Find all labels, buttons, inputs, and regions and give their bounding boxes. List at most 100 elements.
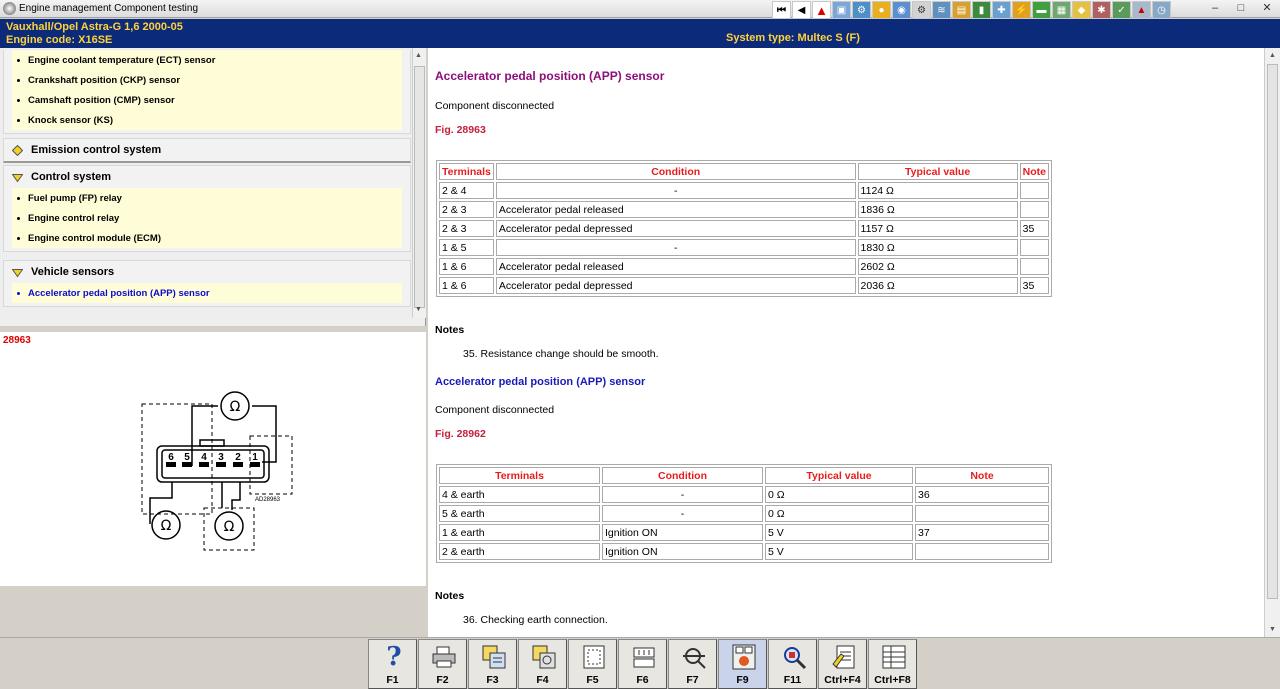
figure-link[interactable]: Fig. 28963 xyxy=(435,124,486,136)
f1-help-button[interactable]: ? F1 xyxy=(368,639,417,689)
scroll-thumb[interactable] xyxy=(414,66,425,308)
component-tree-pane: Engine coolant temperature (ECT) sensor … xyxy=(0,48,426,326)
scroll-thumb[interactable] xyxy=(1267,64,1278,599)
column-header: Typical value xyxy=(857,163,1018,180)
pin-label: 1 xyxy=(252,452,258,463)
note-text: 36. Checking earth connection. xyxy=(463,614,608,626)
f3-copy-button[interactable]: F3 xyxy=(468,639,517,689)
values-table: Terminals Condition Typical value Note 2… xyxy=(436,160,1052,297)
function-key-bar: ? F1 F2 F3 F4 F5 F6 F7 F9 F11 Ctrl+F4 Ct… xyxy=(0,637,1280,689)
ctrl-f4-notepad-button[interactable]: Ctrl+F4 xyxy=(818,639,867,689)
relay-icon[interactable]: ◆ xyxy=(1072,1,1091,19)
tree-item-app-sensor[interactable]: Accelerator pedal position (APP) sensor xyxy=(12,283,402,303)
ctrl-f8-list-button[interactable]: Ctrl+F8 xyxy=(868,639,917,689)
document-icon xyxy=(581,643,607,671)
f5-document-button[interactable]: F5 xyxy=(568,639,617,689)
scroll-up-icon[interactable]: ▲ xyxy=(1269,52,1276,59)
spark-icon[interactable]: ✱ xyxy=(1092,1,1111,19)
content-scrollbar[interactable]: ▲ ▼ xyxy=(1264,48,1280,637)
ecu-icon[interactable]: ▤ xyxy=(952,1,971,19)
ohmmeter-icon: Ω xyxy=(161,518,172,534)
content-pane: Accelerator pedal position (APP) sensor … xyxy=(428,48,1264,637)
exhaust-icon[interactable]: ≋ xyxy=(932,1,951,19)
warning-icon[interactable]: ▲ xyxy=(812,1,831,19)
fuel-icon[interactable]: ● xyxy=(872,1,891,19)
table-row: 4 & earth - 0 Ω 36 xyxy=(439,486,1049,503)
data-icon xyxy=(531,643,557,671)
column-header: Note xyxy=(915,467,1049,484)
tree-item-cmp-sensor[interactable]: Camshaft position (CMP) sensor xyxy=(12,90,402,110)
component-status: Component disconnected xyxy=(435,404,555,416)
pin-label: 4 xyxy=(201,452,207,463)
table-row: 1 & 6 Accelerator pedal released 2602 Ω xyxy=(439,258,1049,275)
clock-icon[interactable]: ◷ xyxy=(1152,1,1171,19)
tree-item-ect-sensor[interactable]: Engine coolant temperature (ECT) sensor xyxy=(12,50,402,70)
table-row: 1 & 6 Accelerator pedal depressed 2036 Ω… xyxy=(439,277,1049,294)
tree-item-fuel-pump-relay[interactable]: Fuel pump (FP) relay xyxy=(12,188,402,208)
top-toolbar: ⏮ ◀ ▲ ▣ ⚙ ● ◉ ⚙ ≋ ▤ ▮ ✚ ⚡ ▬ ▦ ◆ ✱ ✓ ▲ ◷ xyxy=(772,1,1172,19)
test-icon[interactable]: ✓ xyxy=(1112,1,1131,19)
tree-item-ecm[interactable]: Engine control module (ECM) xyxy=(12,228,402,248)
values-table: Terminals Condition Typical value Note 4… xyxy=(436,464,1052,563)
photo-icon[interactable]: ▣ xyxy=(832,1,851,19)
scroll-down-icon[interactable]: ▼ xyxy=(415,306,422,313)
vehicle-model: Vauxhall/Opel Astra-G 1,6 2000-05 xyxy=(6,21,183,33)
section-title: Accelerator pedal position (APP) sensor xyxy=(435,69,665,83)
f2-print-button[interactable]: F2 xyxy=(418,639,467,689)
maximize-button[interactable]: □ xyxy=(1228,0,1254,16)
table-row: 2 & 3 Accelerator pedal depressed 1157 Ω… xyxy=(439,220,1049,237)
pin-label: 5 xyxy=(184,452,190,463)
f4-data-button[interactable]: F4 xyxy=(518,639,567,689)
tree-group-vehicle-sensors[interactable]: Vehicle sensors Accelerator pedal positi… xyxy=(3,260,411,307)
tree-item-knock-sensor[interactable]: Knock sensor (KS) xyxy=(12,110,402,130)
list-icon xyxy=(881,643,907,671)
expand-diamond-icon xyxy=(12,144,23,156)
tree-group-control-system[interactable]: Control system Fuel pump (FP) relay Engi… xyxy=(3,165,411,252)
table-row: 1 & 5 - 1830 Ω xyxy=(439,239,1049,256)
figure-link[interactable]: Fig. 28962 xyxy=(435,428,486,440)
scroll-up-icon[interactable]: ▲ xyxy=(415,52,422,59)
engine-icon[interactable]: ⚙ xyxy=(852,1,871,19)
note-text: 35. Resistance change should be smooth. xyxy=(463,348,659,360)
lamp-icon[interactable]: ▮ xyxy=(972,1,991,19)
ohmmeter-icon: Ω xyxy=(230,399,241,415)
column-header: Note xyxy=(1019,163,1049,180)
title-bar: Engine management Component testing ⏮ ◀ … xyxy=(0,0,1280,19)
sensor-icon[interactable]: ◉ xyxy=(892,1,911,19)
close-button[interactable]: ✕ xyxy=(1254,0,1280,16)
minimize-button[interactable]: – xyxy=(1202,0,1228,16)
column-header: Condition xyxy=(495,163,856,180)
tree-scrollbar[interactable]: ▲ ▼ xyxy=(412,48,426,318)
tools-icon[interactable]: ✚ xyxy=(992,1,1011,19)
diagram-icon[interactable]: ▦ xyxy=(1052,1,1071,19)
notes-heading: Notes xyxy=(435,324,465,336)
f9-fault-code-button[interactable]: F9 xyxy=(718,639,767,689)
wheel-icon[interactable]: ▲ xyxy=(1132,1,1151,19)
column-header: Condition xyxy=(602,467,763,484)
f6-connector-button[interactable]: F6 xyxy=(618,639,667,689)
collapse-diamond-icon xyxy=(12,173,23,182)
vehicle-info-bar: Vauxhall/Opel Astra-G 1,6 2000-05 Engine… xyxy=(0,19,1280,48)
column-header: Typical value xyxy=(765,467,913,484)
connector-icon xyxy=(631,643,657,671)
search-icon xyxy=(781,643,807,671)
column-header: Terminals xyxy=(439,163,494,180)
gear-icon[interactable]: ⚙ xyxy=(912,1,931,19)
first-icon[interactable]: ⏮ xyxy=(772,1,791,19)
ignition-icon[interactable]: ⚡ xyxy=(1012,1,1031,19)
tree-group-emission-control[interactable]: Emission control system xyxy=(3,138,411,163)
tree-item-engine-control-relay[interactable]: Engine control relay xyxy=(12,208,402,228)
system-type: System type: Multec S (F) xyxy=(726,32,860,44)
f11-search-button[interactable]: F11 xyxy=(768,639,817,689)
scroll-down-icon[interactable]: ▼ xyxy=(1269,626,1276,633)
copy-icon xyxy=(481,643,507,671)
notepad-icon xyxy=(831,643,857,671)
section-title: Accelerator pedal position (APP) sensor xyxy=(435,376,646,388)
battery-icon[interactable]: ▬ xyxy=(1032,1,1051,19)
tree-item-ckp-sensor[interactable]: Crankshaft position (CKP) sensor xyxy=(12,70,402,90)
prev-icon[interactable]: ◀ xyxy=(792,1,811,19)
notes-heading: Notes xyxy=(435,590,465,602)
window-controls: – □ ✕ xyxy=(1202,0,1280,16)
fault-code-icon xyxy=(731,643,757,671)
f7-tools-button[interactable]: F7 xyxy=(668,639,717,689)
